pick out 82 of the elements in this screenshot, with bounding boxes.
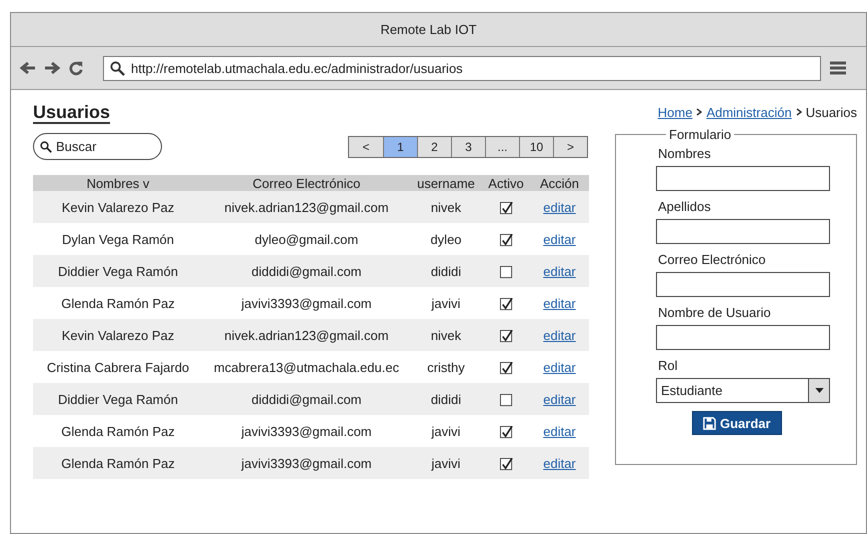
edit-link[interactable]: editar: [543, 424, 576, 438]
column-header[interactable]: Activo: [482, 175, 530, 191]
table-cell: javivi: [432, 424, 460, 438]
edit-link[interactable]: editar: [543, 360, 576, 374]
edit-link[interactable]: editar: [543, 232, 576, 246]
form-legend: Formulario: [666, 127, 734, 142]
checkbox[interactable]: [500, 362, 512, 375]
table-cell: javivi3393@gmail.com: [241, 296, 372, 310]
column-header[interactable]: Nombres v: [33, 175, 203, 191]
table-cell: Cristina Cabrera Fajardo: [46, 360, 190, 374]
table-cell: Glenda Ramón Paz: [61, 456, 175, 470]
chevron-icon: [696, 108, 702, 116]
page-button[interactable]: ...: [485, 136, 519, 156]
role-dropdown[interactable]: Estudiante: [656, 378, 830, 403]
table-cell: diddidi@gmail.com: [251, 264, 362, 278]
table-cell: nivek.adrian123@gmail.com: [224, 200, 389, 214]
menu-icon[interactable]: [830, 60, 846, 76]
input-field[interactable]: [656, 166, 830, 191]
page-heading: Usuarios: [33, 102, 110, 124]
search-icon: [110, 60, 125, 76]
input-field[interactable]: [656, 272, 830, 297]
field-label: Rol: [658, 358, 679, 373]
table-cell: nivek: [430, 200, 462, 214]
input-field[interactable]: [656, 219, 830, 244]
column-header[interactable]: Correo Electrónico: [203, 175, 410, 191]
field-label: Apellidos: [658, 199, 712, 214]
table-cell: mcabrera13@utmachala.edu.ec: [214, 360, 400, 374]
page-button[interactable]: 3: [451, 136, 485, 156]
table-cell: Glenda Ramón Paz: [61, 424, 175, 438]
checkbox[interactable]: [500, 202, 512, 215]
back-icon[interactable]: [19, 60, 37, 76]
checkbox[interactable]: [500, 298, 512, 311]
edit-link[interactable]: editar: [543, 296, 576, 310]
page-button[interactable]: 1: [383, 136, 417, 156]
reload-icon[interactable]: [67, 60, 85, 76]
forward-icon[interactable]: [43, 60, 61, 76]
table-cell: dyleo@gmail.com: [254, 232, 358, 246]
table-cell: Kevin Valarezo Paz: [62, 200, 174, 214]
table-cell: Diddier Vega Ramón: [58, 392, 178, 406]
save-button[interactable]: Guardar: [692, 411, 782, 435]
breadcrumb-current: Usuarios: [806, 104, 857, 120]
save-icon: [703, 416, 716, 430]
field-label: Correo Electrónico: [658, 252, 767, 267]
checkbox[interactable]: [500, 330, 512, 343]
table-cell: Dylan Vega Ramón: [62, 232, 174, 246]
page-button[interactable]: <: [349, 136, 383, 156]
table-cell: javivi3393@gmail.com: [241, 456, 372, 470]
table-cell: javivi3393@gmail.com: [241, 424, 372, 438]
table-cell: Kevin Valarezo Paz: [62, 328, 174, 342]
table-cell: nivek: [430, 328, 462, 342]
address-bar[interactable]: http://remotelab.utmachala.edu.ec/administrador/usuarios: [103, 56, 821, 80]
input-field[interactable]: [656, 325, 830, 350]
checkbox[interactable]: [500, 234, 512, 247]
table-cell: Glenda Ramón Paz: [61, 296, 175, 310]
checkbox[interactable]: [500, 458, 512, 471]
column-header[interactable]: Acción: [530, 175, 589, 191]
page-button[interactable]: 2: [417, 136, 451, 156]
table-cell: cristhy: [427, 360, 465, 374]
table-cell: dididi: [430, 392, 462, 406]
field-label: Nombres: [658, 146, 712, 161]
page-button[interactable]: 10: [519, 136, 553, 156]
table-cell: dididi: [430, 264, 462, 278]
table-cell: nivek.adrian123@gmail.com: [224, 328, 389, 342]
window-title: Remote Lab IOT: [380, 22, 477, 37]
checkbox[interactable]: [500, 266, 512, 279]
checkbox[interactable]: [500, 426, 512, 439]
search-icon: [40, 141, 52, 153]
breadcrumb-link[interactable]: Home: [658, 104, 692, 120]
checkbox[interactable]: [500, 394, 512, 407]
chevron-icon: [796, 108, 802, 116]
url-text: http://remotelab.utmachala.edu.ec/administrador/usuarios: [131, 60, 463, 76]
table-cell: javivi: [432, 296, 460, 310]
table-cell: diddidi@gmail.com: [251, 392, 362, 406]
table-cell: dyleo: [430, 232, 462, 246]
search-field[interactable]: Buscar: [33, 133, 162, 160]
page-button[interactable]: >: [553, 136, 587, 156]
table-cell: javivi: [432, 456, 460, 470]
caret-icon: [814, 388, 824, 393]
table-cell: Diddier Vega Ramón: [58, 264, 178, 278]
field-label: Nombre de Usuario: [658, 305, 772, 320]
column-header[interactable]: username: [410, 175, 482, 191]
breadcrumb-link[interactable]: Administración: [706, 104, 792, 120]
